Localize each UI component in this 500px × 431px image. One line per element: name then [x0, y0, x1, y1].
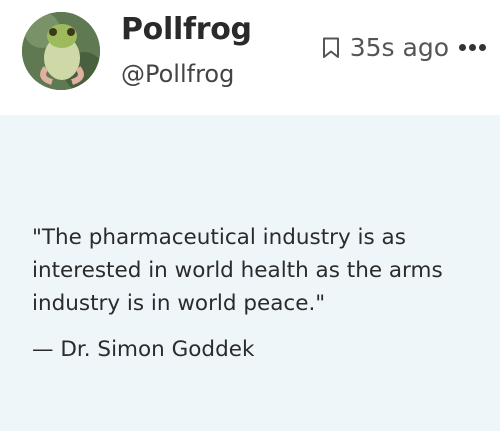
- quote-text: "The pharmaceutical industry is as inter…: [32, 225, 443, 316]
- avatar[interactable]: [22, 12, 100, 90]
- timestamp: 35s ago: [349, 33, 449, 62]
- author-handle[interactable]: @Pollfrog: [121, 60, 234, 88]
- more-dot: [479, 44, 486, 51]
- post-meta: 35s ago: [322, 33, 486, 62]
- more-dot: [459, 44, 466, 51]
- bookmark-icon[interactable]: [322, 37, 340, 59]
- author-name[interactable]: Pollfrog: [121, 12, 252, 47]
- post-content: "The pharmaceutical industry is as inter…: [0, 115, 500, 431]
- more-dot: [469, 44, 476, 51]
- more-options-icon[interactable]: [459, 40, 486, 55]
- frog-avatar-image: [22, 12, 100, 90]
- quote-attribution: — Dr. Simon Goddek: [32, 337, 255, 362]
- post-header: Pollfrog @Pollfrog 35s ago: [0, 0, 500, 115]
